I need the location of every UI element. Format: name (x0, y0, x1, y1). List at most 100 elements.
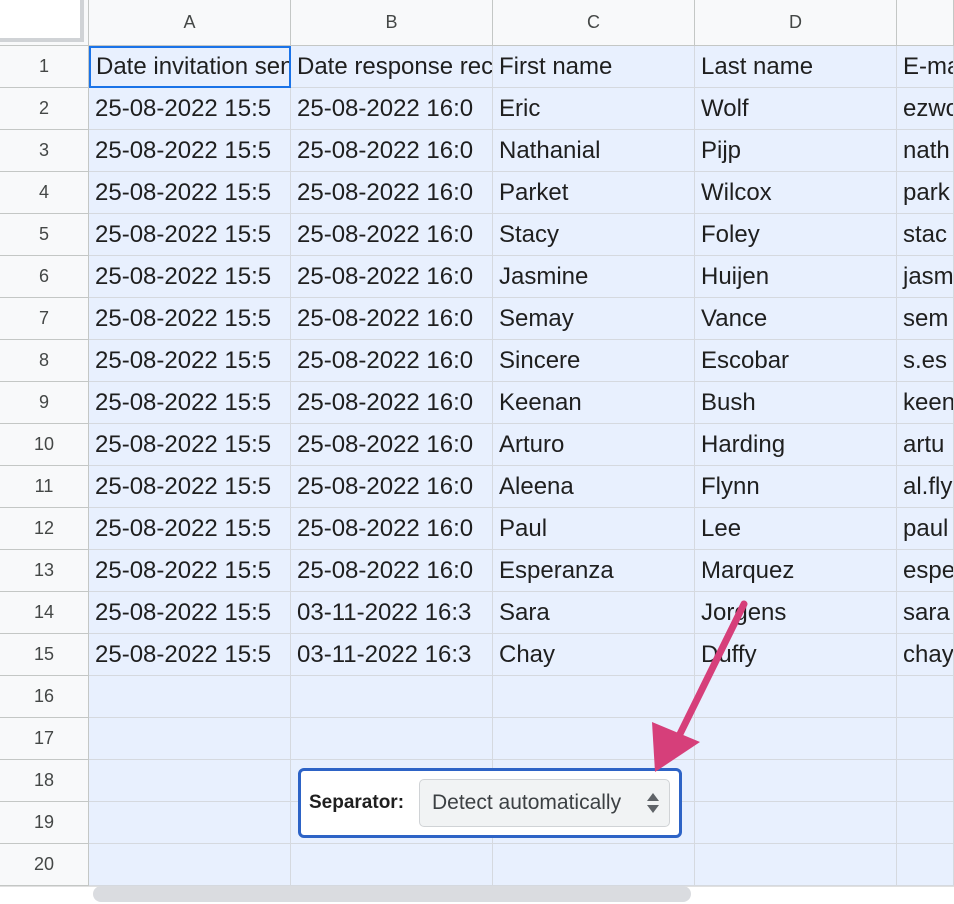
cell[interactable]: Duffy (695, 634, 897, 676)
cell[interactable]: 25-08-2022 15:5 (89, 298, 291, 340)
cell[interactable]: Last name (695, 46, 897, 88)
separator-select[interactable]: Detect automatically (419, 779, 670, 827)
cell[interactable]: sara (897, 592, 954, 634)
row-header[interactable]: 14 (0, 592, 89, 634)
row-header[interactable]: 18 (0, 760, 89, 802)
cell[interactable] (89, 844, 291, 886)
cell[interactable]: 25-08-2022 15:5 (89, 634, 291, 676)
cell[interactable]: Flynn (695, 466, 897, 508)
cell[interactable]: 25-08-2022 16:0 (291, 172, 493, 214)
cell[interactable]: sem (897, 298, 954, 340)
row-header[interactable]: 3 (0, 130, 89, 172)
cell[interactable]: 25-08-2022 16:0 (291, 214, 493, 256)
cell[interactable]: al.fly (897, 466, 954, 508)
cell[interactable]: stac (897, 214, 954, 256)
row-header[interactable]: 19 (0, 802, 89, 844)
cell[interactable] (291, 718, 493, 760)
cell[interactable]: artu (897, 424, 954, 466)
cell[interactable]: 25-08-2022 16:0 (291, 130, 493, 172)
cell[interactable]: 25-08-2022 15:5 (89, 214, 291, 256)
column-header[interactable]: B (291, 0, 493, 46)
cell[interactable]: Esperanza (493, 550, 695, 592)
cell[interactable]: 25-08-2022 15:5 (89, 592, 291, 634)
cell[interactable] (493, 844, 695, 886)
cell[interactable]: Lee (695, 508, 897, 550)
cell[interactable]: Semay (493, 298, 695, 340)
row-header[interactable]: 10 (0, 424, 89, 466)
cell[interactable]: 25-08-2022 15:5 (89, 172, 291, 214)
row-header[interactable]: 17 (0, 718, 89, 760)
cell[interactable] (291, 844, 493, 886)
cell[interactable]: ezwo (897, 88, 954, 130)
cell[interactable]: Parket (493, 172, 695, 214)
cell[interactable]: Paul (493, 508, 695, 550)
cell[interactable]: Escobar (695, 340, 897, 382)
row-header[interactable]: 6 (0, 256, 89, 298)
cell[interactable] (695, 802, 897, 844)
horizontal-scrollbar-thumb[interactable] (93, 886, 691, 902)
cell[interactable]: 25-08-2022 16:0 (291, 424, 493, 466)
cell[interactable]: E-mail (897, 46, 954, 88)
cell[interactable] (695, 718, 897, 760)
row-header[interactable]: 7 (0, 298, 89, 340)
freeze-handle[interactable] (0, 0, 84, 42)
row-header[interactable]: 13 (0, 550, 89, 592)
cell[interactable]: 25-08-2022 16:0 (291, 298, 493, 340)
cell[interactable]: paul (897, 508, 954, 550)
cell[interactable]: 25-08-2022 16:0 (291, 508, 493, 550)
cell[interactable] (89, 718, 291, 760)
cell[interactable]: Sara (493, 592, 695, 634)
cell[interactable]: Jasmine (493, 256, 695, 298)
cell[interactable]: Date response received (291, 46, 493, 88)
cell[interactable]: nath (897, 130, 954, 172)
select-all-corner[interactable] (0, 0, 89, 46)
cell[interactable]: Arturo (493, 424, 695, 466)
cell[interactable]: Jorgens (695, 592, 897, 634)
column-header[interactable]: C (493, 0, 695, 46)
cell[interactable]: Aleena (493, 466, 695, 508)
cell[interactable] (89, 760, 291, 802)
cell[interactable]: Marquez (695, 550, 897, 592)
cell[interactable]: 25-08-2022 15:5 (89, 340, 291, 382)
cell[interactable]: 25-08-2022 16:0 (291, 256, 493, 298)
cell[interactable]: chay (897, 634, 954, 676)
row-header[interactable]: 8 (0, 340, 89, 382)
row-header[interactable]: 4 (0, 172, 89, 214)
cell[interactable]: Keenan (493, 382, 695, 424)
cell-grid[interactable]: Date invitation sentDate response receiv… (89, 46, 954, 886)
cell[interactable]: 03-11-2022 16:3 (291, 592, 493, 634)
cell[interactable]: Chay (493, 634, 695, 676)
cell[interactable]: Nathanial (493, 130, 695, 172)
cell[interactable]: 25-08-2022 15:5 (89, 382, 291, 424)
cell[interactable]: 25-08-2022 15:5 (89, 508, 291, 550)
cell[interactable]: 25-08-2022 16:0 (291, 466, 493, 508)
cell[interactable] (695, 844, 897, 886)
cell[interactable]: 25-08-2022 16:0 (291, 382, 493, 424)
cell[interactable] (89, 676, 291, 718)
cell[interactable] (897, 844, 954, 886)
cell[interactable]: Pijp (695, 130, 897, 172)
cell[interactable]: 25-08-2022 15:5 (89, 88, 291, 130)
column-header[interactable]: D (695, 0, 897, 46)
row-header[interactable]: 16 (0, 676, 89, 718)
row-header[interactable]: 12 (0, 508, 89, 550)
cell[interactable]: 25-08-2022 15:5 (89, 466, 291, 508)
row-header[interactable]: 2 (0, 88, 89, 130)
row-header[interactable]: 15 (0, 634, 89, 676)
cell[interactable]: Huijen (695, 256, 897, 298)
cell[interactable]: s.es (897, 340, 954, 382)
cell[interactable] (897, 760, 954, 802)
cell[interactable] (291, 676, 493, 718)
row-header[interactable]: 1 (0, 46, 89, 88)
cell[interactable]: Eric (493, 88, 695, 130)
row-header[interactable]: 5 (0, 214, 89, 256)
row-header[interactable]: 9 (0, 382, 89, 424)
cell[interactable] (695, 676, 897, 718)
cell[interactable]: 03-11-2022 16:3 (291, 634, 493, 676)
cell[interactable]: Bush (695, 382, 897, 424)
cell[interactable]: Foley (695, 214, 897, 256)
cell[interactable]: 25-08-2022 16:0 (291, 340, 493, 382)
cell[interactable] (695, 760, 897, 802)
cell[interactable]: Vance (695, 298, 897, 340)
cell[interactable] (493, 676, 695, 718)
